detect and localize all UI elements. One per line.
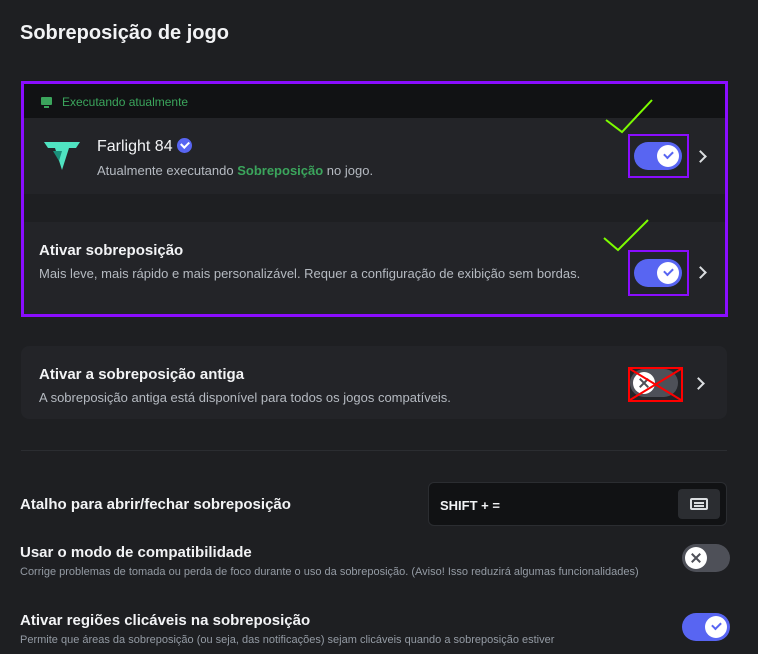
- keyboard-icon: [690, 498, 708, 510]
- hotkey-input[interactable]: SHIFT + =: [428, 482, 727, 526]
- green-check-annotation: [605, 99, 653, 134]
- page-title: Sobreposição de jogo: [20, 22, 229, 44]
- check-icon: [657, 145, 679, 167]
- verified-badge-icon: [176, 138, 192, 153]
- clickable-toggle[interactable]: [682, 613, 730, 641]
- hotkey-value: SHIFT + =: [440, 498, 500, 513]
- running-label: Executando atualmente: [62, 95, 189, 109]
- x-icon: [685, 547, 707, 569]
- clickable-title: Ativar regiões clicáveis na sobreposição: [20, 612, 311, 629]
- chevron-right-icon[interactable]: [694, 266, 707, 279]
- game-name-text: Farlight 84: [97, 138, 173, 155]
- game-subtitle-highlight: Sobreposição: [237, 163, 324, 178]
- clickable-desc: Permite que áreas da sobreposição (ou se…: [20, 634, 555, 646]
- game-overlay-toggle[interactable]: [634, 142, 682, 170]
- compat-toggle[interactable]: [682, 544, 730, 572]
- chevron-right-icon[interactable]: [692, 377, 705, 390]
- record-keybind-button[interactable]: [678, 489, 720, 519]
- green-check-annotation: [603, 219, 649, 252]
- legacy-overlay-card[interactable]: Ativar a sobreposição antiga A sobreposi…: [21, 346, 727, 419]
- enable-overlay-title: Ativar sobreposição: [39, 242, 184, 259]
- game-subtitle-prefix: Atualmente executando: [97, 163, 238, 178]
- check-icon: [705, 616, 727, 638]
- compat-title: Usar o modo de compatibilidade: [20, 544, 252, 561]
- game-name: Farlight 84: [97, 138, 192, 156]
- red-x-annotation: [628, 367, 683, 402]
- hotkey-label: Atalho para abrir/fechar sobreposição: [20, 496, 291, 513]
- check-icon: [657, 262, 679, 284]
- game-subtitle-suffix: no jogo.: [323, 163, 374, 178]
- legacy-overlay-desc: A sobreposição antiga está disponível pa…: [39, 390, 451, 405]
- monitor-icon: [41, 97, 52, 108]
- chevron-right-icon[interactable]: [694, 150, 707, 163]
- game-logo-icon: [44, 142, 80, 170]
- compat-desc: Corrige problemas de tomada ou perda de …: [20, 566, 639, 578]
- enable-overlay-toggle[interactable]: [634, 259, 682, 287]
- enable-overlay-desc: Mais leve, mais rápido e mais personaliz…: [39, 266, 581, 281]
- game-subtitle: Atualmente executando Sobreposição no jo…: [97, 163, 373, 178]
- legacy-overlay-title: Ativar a sobreposição antiga: [39, 366, 245, 383]
- divider: [21, 450, 727, 451]
